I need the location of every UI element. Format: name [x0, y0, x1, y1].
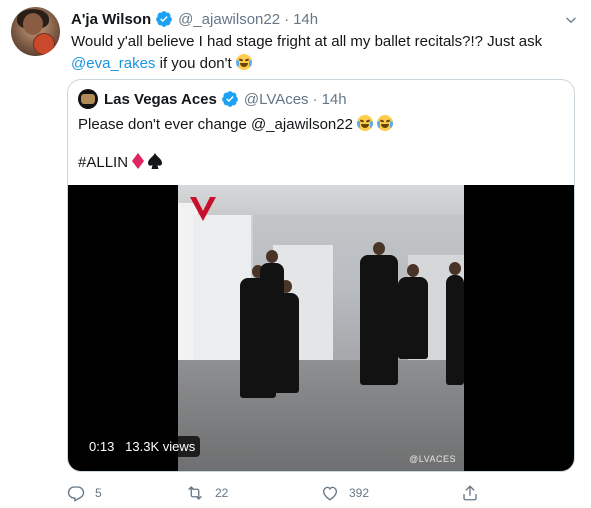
quoted-tweet-line: Please don't ever change @_ajawilson22: [78, 114, 563, 136]
tweet-header: A'ja Wilson @_ajawilson22 · 14h: [71, 9, 318, 29]
verified-badge-icon: [221, 90, 239, 108]
quoted-author-handle[interactable]: @LVAces: [244, 91, 309, 108]
hashtag-line: #ALLIN: [78, 152, 563, 176]
more-options-chevron-icon[interactable]: [561, 10, 581, 30]
mention-link[interactable]: @eva_rakes: [71, 55, 155, 72]
separator-dot: ·: [312, 90, 318, 108]
avatar-face: [23, 13, 43, 35]
quoted-tweet-header: Las Vegas Aces @LVAces · 14h: [78, 89, 347, 109]
author-handle[interactable]: @_ajawilson22: [178, 11, 280, 28]
video-duration: 0:13: [89, 439, 115, 454]
reply-icon: [67, 486, 85, 502]
author-name[interactable]: A'ja Wilson: [71, 11, 151, 28]
tweet-actions: 5 22 392: [67, 482, 537, 504]
tweet-text-body: Would y'all believe I had stage fright a…: [71, 33, 543, 50]
like-count: 392: [349, 486, 370, 500]
quoted-tweet-card[interactable]: Las Vegas Aces @LVAces · 14h Please don'…: [67, 79, 575, 472]
tears-of-joy-emoji-icon: [377, 115, 394, 131]
hashtag-allin[interactable]: #ALLIN: [78, 154, 132, 171]
video-views: 13.3K views: [125, 439, 196, 454]
quoted-tweet-body: Please don't ever change @_ajawilson22: [78, 116, 358, 133]
video-frame: @LVACES: [178, 185, 464, 471]
spade-suit-icon: [148, 153, 163, 176]
quoted-author-avatar: [78, 89, 98, 109]
like-button[interactable]: 392: [321, 482, 461, 504]
diamond-suit-icon: [132, 153, 145, 176]
retweet-button[interactable]: 22: [185, 482, 321, 504]
tweet-text: Would y'all believe I had stage fright a…: [71, 31, 576, 75]
quoted-author-name[interactable]: Las Vegas Aces: [104, 91, 217, 108]
reply-button[interactable]: 5: [67, 482, 139, 504]
video-duration-views: 0:13 13.3K views: [84, 436, 201, 457]
tweet[interactable]: A'ja Wilson @_ajawilson22 · 14h Would y'…: [0, 0, 591, 508]
retweet-icon: [188, 486, 202, 500]
quoted-tweet-text: Please don't ever change @_ajawilson22 #…: [78, 114, 563, 176]
verified-badge-icon: [155, 10, 173, 28]
video-watermark: @LVACES: [409, 454, 456, 464]
author-avatar[interactable]: [11, 7, 60, 56]
heart-icon: [322, 486, 338, 501]
share-icon: [463, 485, 477, 501]
tears-of-joy-emoji-icon: [357, 115, 374, 131]
tweet-timestamp[interactable]: 14h: [293, 11, 318, 28]
reply-count: 5: [95, 486, 102, 500]
avatar-basketball: [33, 33, 55, 55]
separator-dot: ·: [284, 10, 290, 28]
video-player[interactable]: @LVACES 0:13 13.3K views: [68, 185, 574, 471]
quoted-tweet-timestamp[interactable]: 14h: [322, 91, 347, 108]
share-button[interactable]: [461, 482, 479, 504]
tweet-text-tail: if you don't: [155, 55, 236, 72]
aces-logo-icon: [190, 197, 216, 221]
retweet-count: 22: [215, 486, 229, 500]
tears-of-joy-emoji-icon: [235, 54, 252, 70]
